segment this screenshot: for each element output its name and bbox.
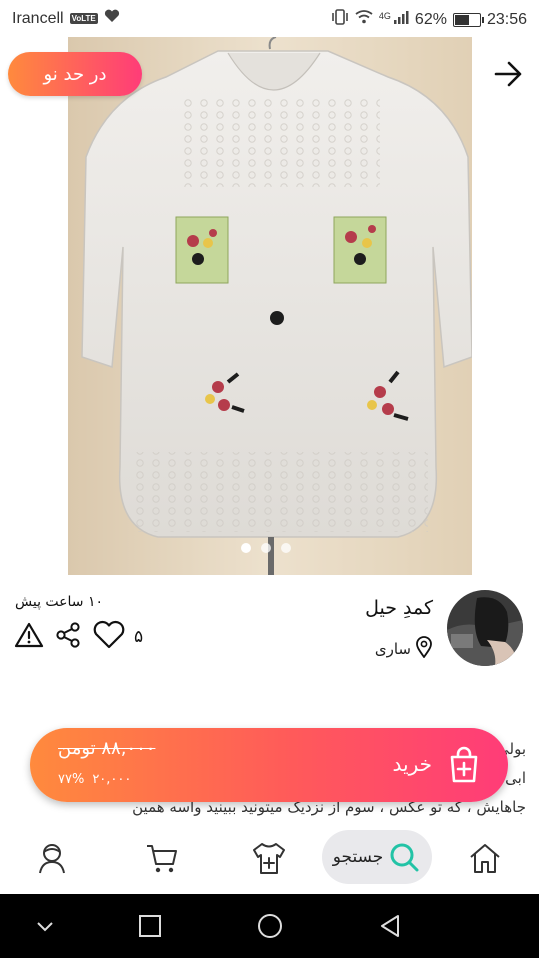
share-icon [56,622,80,648]
recents-button[interactable] [136,912,164,940]
pager-dot[interactable] [281,543,291,553]
original-price: ۸۸,۰۰۰ تومن [58,738,156,759]
posted-time: ۱۰ ساعت پیش [15,594,104,610]
clock: 23:56 [486,10,527,28]
volte-badge: VoLTE [69,13,98,24]
battery-icon [452,12,484,27]
home-system-button[interactable] [256,912,284,940]
square-icon [139,915,161,937]
image-pager[interactable] [241,543,291,553]
new-price: ۲۰,۰۰۰ [92,772,132,787]
condition-badge: در حد نو [8,52,142,96]
wifi-icon [355,10,373,29]
heart-icon [93,620,125,649]
circle-icon [258,914,282,938]
pager-dot[interactable] [261,543,271,553]
user-profile-icon [39,844,65,874]
status-right: 4G 62% 23:56 [331,9,527,30]
avatar-image [447,590,523,666]
cart-icon [147,845,177,873]
nav-search-label: جستجو [332,847,384,867]
add-clothing-icon [253,843,285,874]
discount-percent: ۷۷% [58,772,85,787]
home-icon [470,844,500,873]
seller-name[interactable]: کمدِ حیل [365,597,433,619]
like-count: ۵ [134,627,144,647]
blouse-illustration [68,37,472,575]
nav-profile[interactable] [30,836,74,880]
search-icon [390,843,419,872]
location-pin-icon [415,636,433,662]
hide-keyboard-button[interactable] [31,912,59,940]
triangle-back-icon [381,915,399,937]
back-system-button[interactable] [376,912,404,940]
nav-home[interactable] [463,836,507,880]
arrow-right-icon [494,61,522,87]
back-button[interactable] [492,58,526,90]
status-bar: Irancell VoLTE 4G 62% 23:56 [0,0,539,36]
vibrate-icon [331,9,349,30]
action-row: ۵ [14,620,143,654]
seller-location: ساری [375,636,433,662]
battery-percent: 62% [414,10,447,28]
warning-icon [14,622,44,648]
city-label: ساری [374,640,411,658]
nav-add-item[interactable] [247,836,291,880]
nav-search[interactable]: جستجو [322,830,432,884]
carrier-name: Irancell [12,9,64,27]
heart-status-icon [104,9,120,28]
chevron-down-icon [37,922,53,932]
signal-icon [393,10,409,29]
pager-dot[interactable] [241,543,251,553]
bottom-nav: جستجو [0,820,539,894]
shopping-bag-plus-icon[interactable] [444,745,484,785]
system-nav-bar [0,894,539,958]
nav-cart[interactable] [140,836,184,880]
like-button[interactable] [92,620,126,654]
status-left: Irancell VoLTE [12,9,120,28]
discounted-price: ۷۷% ۲۰,۰۰۰ [58,772,131,787]
network-type: 4G [378,10,391,21]
buy-bar[interactable]: ۸۸,۰۰۰ تومن ۷۷% ۲۰,۰۰۰ خرید [30,728,508,802]
share-button[interactable] [54,621,82,653]
seller-avatar[interactable] [447,590,523,666]
product-image[interactable] [68,37,472,575]
buy-button-label[interactable]: خرید [393,752,432,776]
report-button[interactable] [14,621,44,653]
